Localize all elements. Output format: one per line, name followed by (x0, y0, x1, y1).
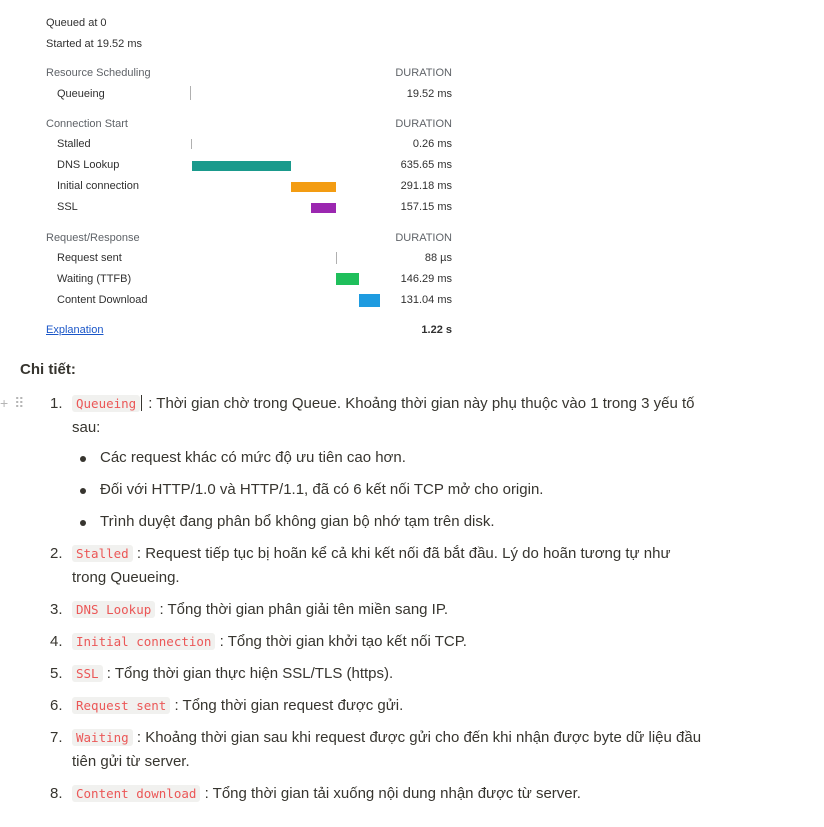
duration-header: DURATION (395, 232, 452, 244)
bar-request-sent (336, 252, 337, 264)
duration-header: DURATION (395, 118, 452, 130)
item-description: : Tổng thời gian thực hiện SSL/TLS (http… (106, 665, 394, 682)
list-number: 4. (50, 633, 63, 650)
row-label-waiting: Waiting (TTFB) (57, 273, 132, 285)
code-waiting: Waiting (72, 729, 133, 746)
duration-header: DURATION (395, 67, 452, 79)
timing-panel: Queued at 0 Started at 19.52 ms Resource… (0, 0, 470, 345)
list-text: SSL : Tổng thời gian thực hiện SSL/TLS (… (72, 662, 722, 686)
queued-at: Queued at 0 (46, 17, 107, 29)
row-duration-stalled: 0.26 ms (412, 138, 452, 150)
list-text: Initial connection : Tổng thời gian khởi… (72, 630, 722, 654)
bar-content-download (359, 294, 380, 307)
row-duration-request-sent: 88 µs (424, 252, 452, 264)
bullet-dot-icon (80, 520, 86, 526)
list-item: 2. Stalled : Request tiếp tục bị hoãn kể… (50, 542, 730, 590)
code-initial-connection: Initial connection (72, 633, 216, 650)
list-item: 1. Queueing : Thời gian chờ trong Queue. … (50, 392, 730, 440)
item-description: : Thời gian chờ trong Queue. Khoảng thời… (148, 395, 695, 412)
list-number: 2. (50, 545, 63, 562)
drag-handle-icon[interactable]: + ⠿ (0, 395, 25, 412)
list-text: Content download : Tổng thời gian tải xu… (72, 782, 722, 806)
list-number: 7. (50, 729, 63, 746)
section-title-resource-scheduling: Resource Scheduling (46, 67, 151, 79)
row-label-initial-connection: Initial connection (57, 180, 139, 192)
row-duration-waiting: 146.29 ms (400, 273, 452, 285)
bullet-text: Đối với HTTP/1.0 và HTTP/1.1, đã có 6 kế… (100, 481, 544, 498)
list-item: 7. Waiting : Khoảng thời gian sau khi re… (50, 726, 730, 774)
explanation-link[interactable]: Explanation (46, 324, 104, 336)
row-label-dns-lookup: DNS Lookup (57, 159, 120, 171)
bullet-dot-icon (80, 456, 86, 462)
list-text: Queueing : Thời gian chờ trong Queue. Kho… (72, 392, 722, 440)
item-description: : Khoảng thời gian sau khi request được … (136, 729, 702, 746)
item-description-cont: tiên gửi từ server. (72, 753, 190, 770)
list-number: 6. (50, 697, 63, 714)
row-label-ssl: SSL (57, 201, 78, 213)
row-duration-ssl: 157.15 ms (400, 201, 452, 213)
list-text: DNS Lookup : Tổng thời gian phân giải tê… (72, 598, 722, 622)
code-queueing: Queueing (72, 395, 141, 412)
item-description-cont: sau: (72, 419, 101, 436)
row-duration-queueing: 19.52 ms (406, 88, 452, 100)
code-content-download: Content download (72, 785, 201, 802)
code-request-sent: Request sent (72, 697, 171, 714)
item-description-cont: trong Queueing. (72, 569, 180, 586)
item-description: : Tổng thời gian phân giải tên miền sang… (159, 601, 449, 618)
bullet-dot-icon (80, 488, 86, 494)
row-duration-content-download: 131.04 ms (400, 294, 452, 306)
text-cursor-icon (141, 395, 147, 411)
list-text: Waiting : Khoảng thời gian sau khi reque… (72, 726, 722, 774)
bar-stalled (191, 139, 192, 149)
item-description: : Tổng thời gian request được gửi. (174, 697, 404, 714)
notes-heading: Chi tiết: (20, 361, 76, 378)
section-title-request-response: Request/Response (46, 232, 140, 244)
bar-ssl (311, 203, 336, 213)
row-duration-initial-connection: 291.18 ms (400, 180, 452, 192)
code-stalled: Stalled (72, 545, 133, 562)
list-number: 1. (50, 395, 63, 412)
bar-initial-connection (291, 182, 336, 192)
row-label-request-sent: Request sent (57, 252, 122, 264)
list-number: 5. (50, 665, 63, 682)
list-text: Request sent : Tổng thời gian request đư… (72, 694, 722, 718)
row-duration-dns-lookup: 635.65 ms (400, 159, 452, 171)
bar-queueing (190, 86, 191, 100)
code-ssl: SSL (72, 665, 103, 682)
row-label-content-download: Content Download (57, 294, 148, 306)
started-at: Started at 19.52 ms (46, 38, 142, 50)
item-description: : Tổng thời gian khởi tạo kết nối TCP. (219, 633, 467, 650)
total-duration: 1.22 s (421, 324, 452, 336)
item-description: : Tổng thời gian tải xuống nội dung nhận… (204, 785, 581, 802)
row-label-stalled: Stalled (57, 138, 91, 150)
list-number: 3. (50, 601, 63, 618)
bullet-text: Các request khác có mức độ ưu tiên cao h… (100, 449, 406, 466)
row-label-queueing: Queueing (57, 88, 105, 100)
bar-waiting (336, 273, 359, 285)
section-title-connection-start: Connection Start (46, 118, 128, 130)
list-text: Stalled : Request tiếp tục bị hoãn kể cả… (72, 542, 722, 590)
code-dns-lookup: DNS Lookup (72, 601, 156, 618)
list-number: 8. (50, 785, 63, 802)
bullet-text: Trình duyệt đang phân bổ không gian bộ n… (100, 513, 495, 530)
bar-dns-lookup (192, 161, 291, 171)
item-description: : Request tiếp tục bị hoãn kể cả khi kết… (136, 545, 671, 562)
